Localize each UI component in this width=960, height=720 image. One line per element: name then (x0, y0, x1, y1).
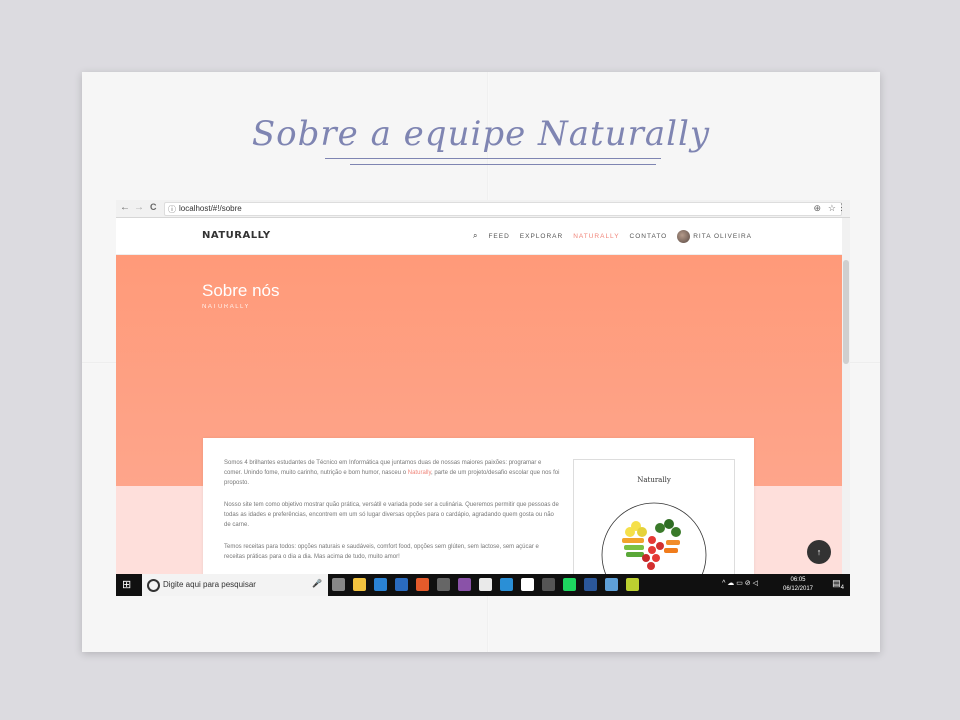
about-card: Somos 4 brilhantes estudantes de Técnico… (203, 438, 754, 596)
about-paragraph-3: Temos receitas para todos: opções natura… (224, 544, 539, 560)
windows-taskbar: ⊞ Digite aqui para pesquisar 🎤 ^ ☁ ▭ ⊘ ◁… (116, 574, 850, 596)
nav-item-naturally[interactable]: NATURALLY (573, 233, 619, 240)
scrollbar[interactable] (842, 218, 850, 596)
url-text[interactable]: localhost/#!/sobre (179, 204, 242, 213)
taskbar-app-icon[interactable] (584, 578, 597, 591)
food-bar (624, 545, 644, 550)
avatar[interactable] (677, 229, 691, 243)
taskbar-app-icon[interactable] (374, 578, 387, 591)
taskbar-app-icon[interactable] (479, 578, 492, 591)
food-bar (622, 538, 644, 543)
taskbar-app-icon[interactable] (605, 578, 618, 591)
taskbar-app-icon[interactable] (416, 578, 429, 591)
notification-glyph: ▤ (832, 578, 841, 588)
food-dot (648, 536, 656, 544)
food-dot (652, 554, 660, 562)
user-menu[interactable]: RITA OLIVEIRA (677, 229, 752, 243)
taskbar-app-icon[interactable] (332, 578, 345, 591)
zoom-icon[interactable]: ⊕ (813, 203, 821, 214)
scrollbar-thumb[interactable] (843, 260, 849, 364)
about-paragraph-1: Somos 4 brilhantes estudantes de Técnico… (224, 458, 560, 488)
naturally-link[interactable]: Naturally (408, 470, 431, 476)
food-dot (655, 523, 665, 533)
page-subtitle: NATURALLY (202, 304, 250, 310)
forward-icon[interactable]: → (134, 202, 144, 213)
taskbar-app-icon[interactable] (458, 578, 471, 591)
food-dot (642, 554, 650, 562)
taskbar-app-icon[interactable] (395, 578, 408, 591)
food-dot (637, 527, 647, 537)
taskbar-clock[interactable]: 06:05 06/12/2017 (778, 576, 818, 594)
start-icon[interactable]: ⊞ (122, 579, 134, 591)
nav-item-explorar[interactable]: EXPLORAR (520, 233, 563, 240)
cortana-icon[interactable] (147, 579, 160, 592)
microphone-icon[interactable]: 🎤 (312, 579, 322, 588)
clock-time: 06:05 (790, 577, 806, 583)
about-paragraph-2: Nosso site tem como objetivo mostrar quã… (224, 502, 559, 528)
food-dot (656, 542, 664, 550)
caption-underline-secondary (350, 164, 656, 165)
taskbar-app-icon[interactable] (542, 578, 555, 591)
site-navbar: NATURALLY ⌕ FEED EXPLORAR NATURALLY CONT… (116, 218, 842, 255)
food-dot (648, 546, 656, 554)
user-name[interactable]: RITA OLIVEIRA (693, 233, 752, 240)
search-icon[interactable]: ⌕ (473, 231, 478, 241)
taskbar-search-placeholder[interactable]: Digite aqui para pesquisar (163, 580, 256, 589)
caption-title: Sobre a equipe Naturally (251, 114, 711, 154)
reload-icon[interactable]: C (150, 202, 157, 212)
food-bar (626, 552, 644, 557)
food-dot (671, 527, 681, 537)
notification-count: 4 (840, 584, 844, 591)
taskbar-search[interactable]: Digite aqui para pesquisar 🎤 (142, 574, 328, 596)
food-bar (664, 548, 678, 553)
nav-item-contato[interactable]: CONTATO (630, 233, 668, 240)
scroll-to-top-button[interactable]: ↑ (807, 540, 831, 564)
taskbar-app-icon[interactable] (521, 578, 534, 591)
food-bar (666, 540, 680, 545)
clock-date: 06/12/2017 (782, 586, 814, 592)
food-dot (625, 527, 635, 537)
browser-menu-icon[interactable]: ⋮ (837, 202, 846, 213)
taskbar-app-icon[interactable] (626, 578, 639, 591)
taskbar-app-icon[interactable] (437, 578, 450, 591)
page-title: Sobre nós (202, 281, 280, 300)
taskbar-app-icon[interactable] (563, 578, 576, 591)
taskbar-app-icon[interactable] (353, 578, 366, 591)
notification-icon[interactable]: ▤4 (832, 578, 844, 591)
site-logo[interactable]: NATURALLY (202, 230, 271, 241)
food-dot (664, 519, 674, 529)
screenshot-window: ← → C ⓘ localhost/#!/sobre ⊕ ☆ ⋮ NATURAL… (116, 200, 850, 596)
food-dot (647, 562, 655, 570)
system-tray[interactable]: ^ ☁ ▭ ⊘ ◁ (722, 579, 758, 587)
info-icon[interactable]: ⓘ (168, 204, 176, 215)
taskbar-app-icon[interactable] (500, 578, 513, 591)
browser-chrome: ← → C ⓘ localhost/#!/sobre ⊕ ☆ ⋮ (116, 200, 850, 218)
bookmark-star-icon[interactable]: ☆ (828, 203, 836, 214)
nav-items: ⌕ FEED EXPLORAR NATURALLY CONTATO RITA O… (473, 218, 754, 254)
taskbar-apps (332, 578, 639, 591)
address-bar[interactable]: ⓘ localhost/#!/sobre ⊕ ☆ (164, 202, 842, 216)
nav-item-feed[interactable]: FEED (488, 233, 509, 240)
back-icon[interactable]: ← (120, 202, 130, 213)
caption-underline (325, 158, 661, 159)
